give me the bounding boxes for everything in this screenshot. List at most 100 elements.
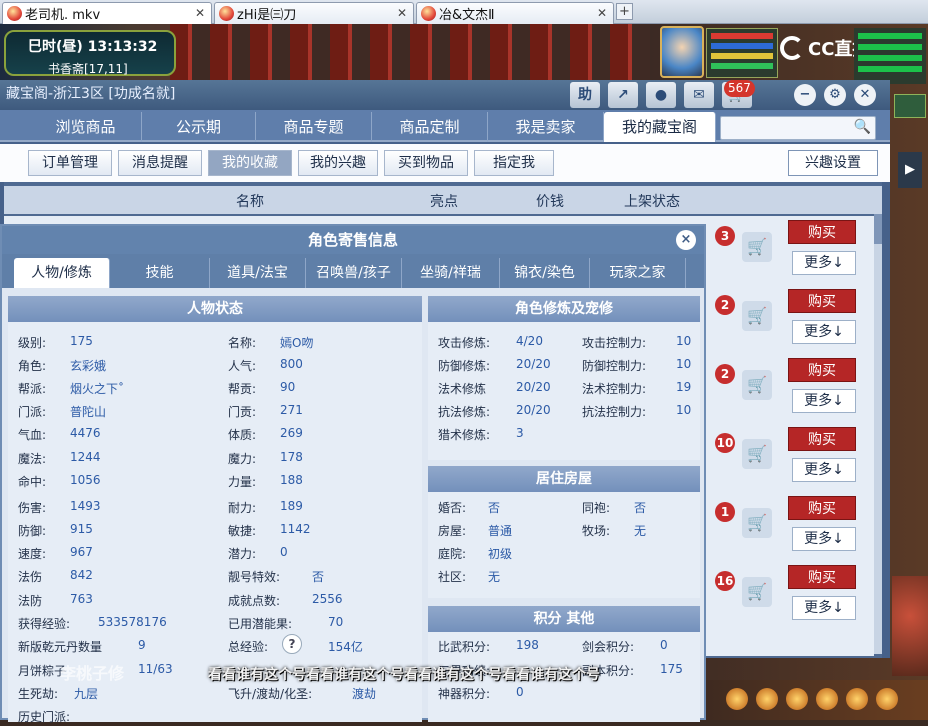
more-button[interactable]: 更多↓ <box>792 389 856 413</box>
pet-status-bars <box>854 28 926 84</box>
stat-value: 175 <box>70 334 93 348</box>
sub-my-interests[interactable]: 我的兴趣 <box>298 150 378 176</box>
stat-value: 1244 <box>70 450 101 464</box>
stop-icon[interactable]: ● <box>646 82 676 108</box>
sub-bought-items[interactable]: 买到物品 <box>384 150 468 176</box>
cart-icon[interactable]: 🛒 <box>742 439 772 469</box>
close-icon[interactable]: ✕ <box>597 6 607 20</box>
nav-seller[interactable]: 我是卖家 <box>488 112 604 142</box>
tab-player-home[interactable]: 玩家之家 <box>590 258 686 288</box>
buy-button[interactable]: 购买 <box>788 496 856 520</box>
buy-button[interactable]: 购买 <box>788 220 856 244</box>
dialog-close-icon[interactable]: × <box>676 230 696 250</box>
interest-settings-button[interactable]: 兴趣设置 <box>788 150 878 176</box>
game-favicon-icon <box>7 6 22 21</box>
stat-value: 19 <box>676 380 692 394</box>
more-button[interactable]: 更多↓ <box>792 596 856 620</box>
col-name[interactable]: 名称 <box>236 191 264 211</box>
section-header-status: 人物状态 <box>8 296 422 322</box>
browser-tab-1[interactable]: 老司机. mkv ✕ <box>2 2 212 24</box>
list-scrollbar[interactable] <box>874 214 882 654</box>
player-avatar[interactable] <box>660 26 704 78</box>
shortcut-icon[interactable] <box>756 688 778 710</box>
favorite-count-badge: 16 <box>715 571 735 591</box>
nav-topics[interactable]: 商品专题 <box>256 112 372 142</box>
tab-items-treasures[interactable]: 道具/法宝 <box>210 258 306 288</box>
browser-tab-label: 老司机. mkv <box>25 8 101 23</box>
stat-label: 猎术修炼: <box>438 428 491 442</box>
new-tab-button[interactable]: + <box>616 3 633 20</box>
cart-icon[interactable]: 🛒 <box>742 577 772 607</box>
stat-value: 10 <box>676 334 692 348</box>
buy-button[interactable]: 购买 <box>788 289 856 313</box>
col-highlights[interactable]: 亮点 <box>430 191 458 211</box>
help-button[interactable]: 助 <box>570 82 600 108</box>
browser-tab-3[interactable]: 冶&文杰Ⅱ ✕ <box>416 2 614 24</box>
browser-tab-2[interactable]: zHi是㈢刀 ✕ <box>214 2 414 24</box>
tab-pets-children[interactable]: 召唤兽/孩子 <box>306 258 402 288</box>
stat-value: 4/20 <box>516 334 543 348</box>
cart-icon[interactable]: 🛒 <box>742 508 772 538</box>
close-icon[interactable]: ✕ <box>397 6 407 20</box>
nav-my-cangbaoge[interactable]: 我的藏宝阁 <box>604 112 716 142</box>
scrollbar-thumb[interactable] <box>874 214 882 244</box>
stat-value: 否 <box>634 501 647 515</box>
close-icon[interactable]: ✕ <box>854 84 876 106</box>
cart-icon[interactable]: 🛒 <box>742 301 772 331</box>
list-header: 名称 亮点 价钱 上架状态 <box>4 186 882 214</box>
favorite-count-badge: 1 <box>715 502 735 522</box>
stat-label: 门贡: <box>228 405 257 419</box>
more-button[interactable]: 更多↓ <box>792 251 856 275</box>
search-input[interactable]: 🔍 <box>720 116 876 140</box>
game-favicon-icon <box>219 6 234 21</box>
nav-public[interactable]: 公示期 <box>142 112 256 142</box>
nav-browse[interactable]: 浏览商品 <box>30 112 142 142</box>
stat-value: 1056 <box>70 473 101 487</box>
stat-label: 门派: <box>18 405 47 419</box>
cart-icon[interactable]: 🛒 <box>742 232 772 262</box>
settings-gear-icon[interactable]: ⚙ <box>824 84 846 106</box>
sub-order-manage[interactable]: 订单管理 <box>28 150 112 176</box>
tab-mounts[interactable]: 坐骑/祥瑞 <box>402 258 500 288</box>
nav-custom[interactable]: 商品定制 <box>372 112 488 142</box>
sub-message-remind[interactable]: 消息提醒 <box>118 150 202 176</box>
col-status[interactable]: 上架状态 <box>624 191 680 211</box>
character-info-dialog: 角色寄售信息 × 人物/修炼 技能 道具/法宝 召唤兽/孩子 坐骑/祥瑞 锦衣/… <box>0 224 706 724</box>
close-icon[interactable]: ✕ <box>195 6 205 20</box>
stat-label: 人气: <box>228 359 257 373</box>
shortcut-icon[interactable] <box>846 688 868 710</box>
buy-button[interactable]: 购买 <box>788 427 856 451</box>
stat-label: 法术修炼 <box>438 382 487 396</box>
minimize-icon[interactable]: − <box>794 84 816 106</box>
buy-button[interactable]: 购买 <box>788 358 856 382</box>
message-icon[interactable]: ✉ <box>684 82 714 108</box>
favorite-count-badge: 2 <box>715 364 735 384</box>
shortcut-icon[interactable] <box>726 688 748 710</box>
sub-assigned-me[interactable]: 指定我 <box>474 150 554 176</box>
buy-button[interactable]: 购买 <box>788 565 856 589</box>
help-question-icon[interactable]: ? <box>282 634 302 654</box>
favorite-count-badge: 3 <box>715 226 735 246</box>
game-clock-panel[interactable]: 巳时(昼) 13:13:32 书香斋[17,11] <box>4 30 176 76</box>
stat-value: 普通 <box>488 524 513 538</box>
share-icon[interactable]: ↗ <box>608 82 638 108</box>
more-button[interactable]: 更多↓ <box>792 320 856 344</box>
shortcut-icon[interactable] <box>816 688 838 710</box>
stat-label: 魔法: <box>18 452 47 466</box>
tab-character-cultivation[interactable]: 人物/修炼 <box>14 258 110 288</box>
more-button[interactable]: 更多↓ <box>792 527 856 551</box>
expand-arrow-icon[interactable]: ▶ <box>898 152 922 188</box>
search-icon[interactable]: 🔍 <box>854 119 871 135</box>
tab-outfits-dye[interactable]: 锦衣/染色 <box>500 258 590 288</box>
cart-icon[interactable]: 🛒 <box>742 370 772 400</box>
sub-my-favorites[interactable]: 我的收藏 <box>208 150 292 176</box>
col-price[interactable]: 价钱 <box>536 191 564 211</box>
shortcut-icon[interactable] <box>876 688 898 710</box>
stat-value: 915 <box>70 522 93 536</box>
side-menu-icon[interactable] <box>894 94 926 118</box>
stat-value: 271 <box>280 403 303 417</box>
shortcut-icon[interactable] <box>786 688 808 710</box>
stat-label: 速度: <box>18 547 47 561</box>
tab-skills[interactable]: 技能 <box>110 258 210 288</box>
more-button[interactable]: 更多↓ <box>792 458 856 482</box>
